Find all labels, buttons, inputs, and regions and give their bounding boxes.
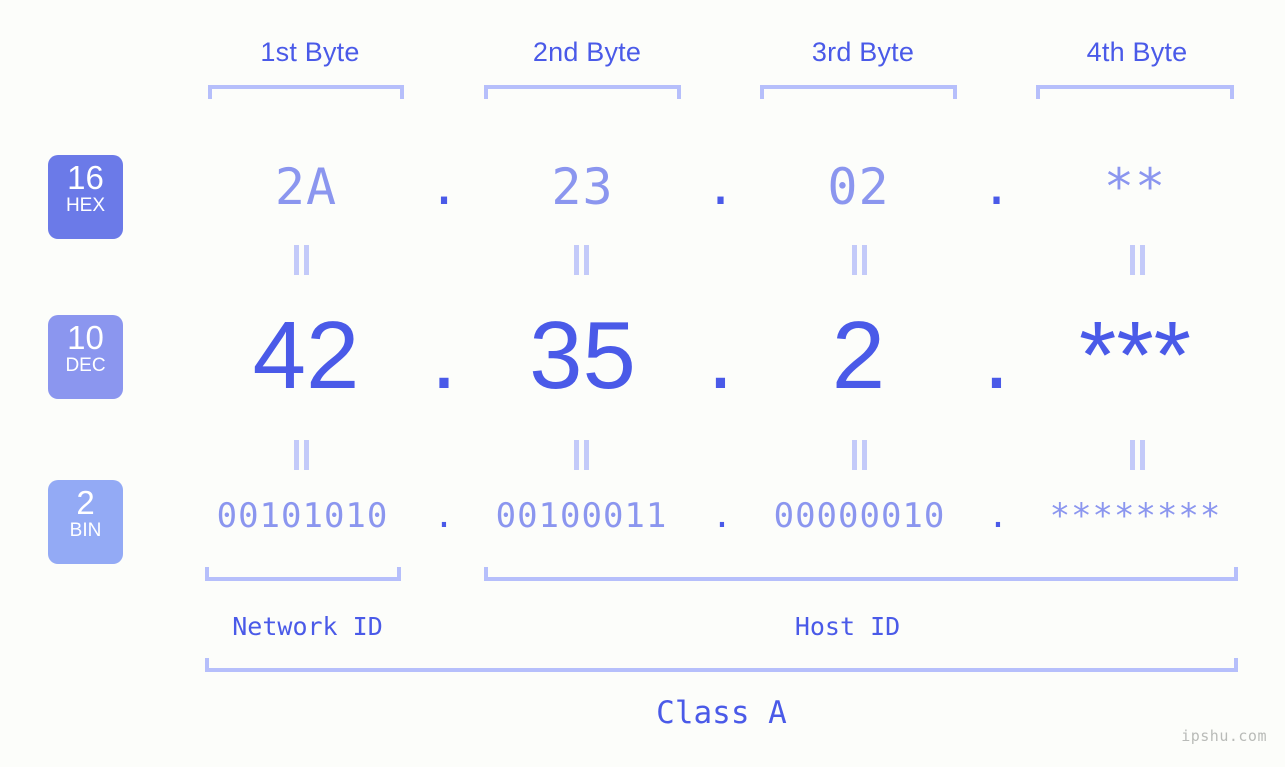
bin-dot-2: . [711, 496, 733, 536]
dec-dot-3: . [983, 302, 1010, 409]
hex-octet-4: ** [1103, 158, 1167, 216]
hex-octet-1: 2A [274, 158, 338, 216]
bin-dot-1: . [433, 496, 455, 536]
dec-octet-3: 2 [831, 302, 886, 409]
class-bracket [205, 658, 1238, 672]
base-badge-hex-abbr: HEX [65, 195, 106, 216]
base-badge-dec-abbr: DEC [65, 355, 106, 376]
equals-separator-dec-bin-3 [848, 440, 870, 470]
byte-header-label-4: 4th Byte [1086, 37, 1188, 67]
network-id-bracket [205, 567, 401, 581]
dec-octet-4: *** [1078, 302, 1192, 409]
base-badge-bin[interactable]: 2 BIN [48, 480, 123, 564]
hex-octet-2: 23 [551, 158, 614, 216]
base-badge-hex[interactable]: 16 HEX [48, 155, 123, 239]
hex-octet-3: 02 [827, 158, 890, 216]
dec-octet-2: 35 [529, 302, 636, 409]
base-badge-dec-radix: 10 [67, 319, 104, 356]
byte-bracket-1 [208, 85, 404, 99]
base-badge-bin-radix: 2 [76, 484, 95, 521]
base-badge-hex-radix: 16 [67, 159, 104, 196]
dec-dot-2: . [707, 302, 734, 409]
byte-bracket-4 [1036, 85, 1234, 99]
dec-octet-1: 42 [252, 302, 360, 409]
hex-dot-3: . [981, 158, 1012, 216]
byte-bracket-3 [760, 85, 957, 99]
base-badge-bin-abbr: BIN [69, 520, 102, 541]
byte-bracket-2 [484, 85, 681, 99]
byte-header-label-3: 3rd Byte [811, 37, 915, 67]
site-watermark: ipshu.com [1181, 727, 1267, 745]
byte-header-label-2: 2nd Byte [532, 37, 642, 67]
hex-dot-1: . [428, 158, 460, 216]
dec-dot-1: . [430, 302, 458, 409]
bin-octet-1: 00101010 [216, 496, 389, 536]
ip-breakdown-diagram: 1st Byte 2nd Byte 3rd Byte 4th Byte 16 H… [0, 0, 1285, 767]
equals-separator-hex-dec-2 [570, 245, 592, 275]
bin-octet-2: 00100011 [495, 496, 668, 536]
bin-dot-3: . [987, 496, 1009, 536]
equals-separator-dec-bin-4 [1126, 440, 1148, 470]
equals-separator-hex-dec-4 [1126, 245, 1148, 275]
base-badge-dec[interactable]: 10 DEC [48, 315, 123, 399]
host-id-bracket [484, 567, 1238, 581]
equals-separator-hex-dec-3 [848, 245, 870, 275]
class-label: Class A [656, 695, 787, 731]
hex-dot-2: . [705, 158, 736, 216]
bin-octet-4: ******** [1049, 496, 1222, 536]
equals-separator-dec-bin-1 [290, 440, 312, 470]
bin-octet-3: 00000010 [773, 496, 946, 536]
equals-separator-hex-dec-1 [290, 245, 312, 275]
network-id-label: Network ID [232, 612, 383, 641]
equals-separator-dec-bin-2 [570, 440, 592, 470]
host-id-label: Host ID [794, 612, 901, 641]
byte-header-label-1: 1st Byte [260, 37, 360, 67]
